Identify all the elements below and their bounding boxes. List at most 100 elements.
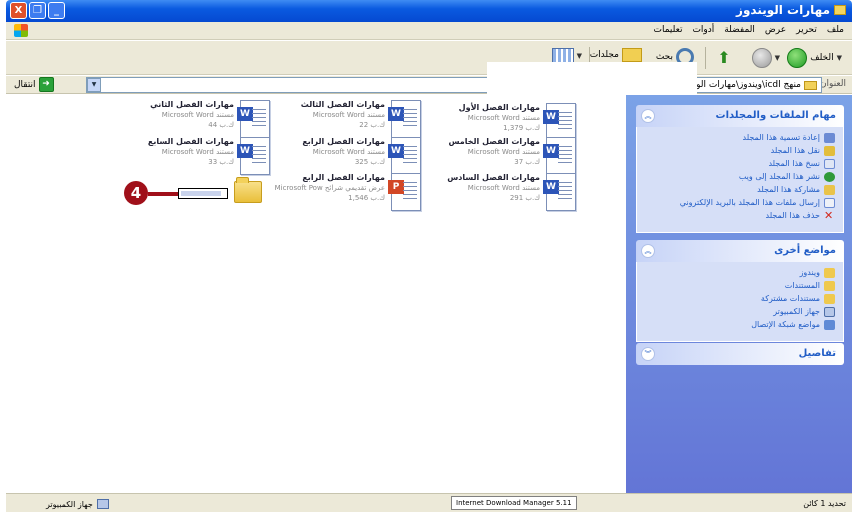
collapse-icon[interactable]: ︽ <box>641 109 655 123</box>
window-controls: X ❐ _ <box>10 2 65 19</box>
file-name: مهارات الفصل الرابع <box>302 173 385 182</box>
chevron-down-icon: ▼ <box>576 52 582 60</box>
rename-input[interactable] <box>178 188 228 199</box>
word-document-icon: W <box>237 137 270 175</box>
file-item[interactable]: W مهارات الفصل الأول Microsoft Word مستن… <box>459 103 576 141</box>
toolbar: الخلف ▼ ▼ ⬆ بحث مجلدات ▼ <box>6 41 852 75</box>
back-arrow-icon <box>787 48 808 68</box>
menu-favorites[interactable]: المفضلة <box>724 25 755 35</box>
task-label: مشاركة هذا المجلد <box>757 185 820 194</box>
place-shared-documents[interactable]: مستندات مشتركة <box>645 294 835 304</box>
file-type: Microsoft Word مستند <box>312 148 385 156</box>
folders-button[interactable]: مجلدات <box>590 48 642 62</box>
new-folder-item[interactable] <box>234 177 262 203</box>
place-label: مواضع شبكة الإتصال <box>751 320 820 329</box>
folder-icon <box>824 268 835 278</box>
file-type: Microsoft Word مستند <box>161 111 234 119</box>
status-bar: جهاز الكمبيوتر Internet Download Manager… <box>6 493 852 512</box>
file-type: Microsoft Pow عرض تقديمي شرائح <box>274 184 385 192</box>
address-input[interactable]: ▼ C:\ويندوز\مهارات الويندوز\icdl منهج <box>86 62 822 94</box>
address-dropdown-icon[interactable]: ▼ <box>87 78 101 92</box>
menu-view[interactable]: عرض <box>765 25 786 35</box>
file-name: مهارات الفصل الثالث <box>300 100 385 109</box>
toolbar-separator <box>705 47 706 69</box>
folder-icon <box>804 80 817 90</box>
task-pane: مهام الملفات والمجلدات ︽ إعادة تسمية هذا… <box>626 95 852 493</box>
file-item[interactable]: W مهارات الفصل الخامس Microsoft Word مست… <box>448 137 576 175</box>
minimize-button[interactable]: _ <box>48 2 65 19</box>
go-label: انتقال <box>14 79 36 90</box>
folder-icon <box>834 5 846 15</box>
file-type: Microsoft Word مستند <box>312 111 385 119</box>
word-document-icon: W <box>388 137 421 175</box>
file-size: 33 ك.ب <box>208 158 234 166</box>
file-item[interactable]: P مهارات الفصل الرابع Microsoft Pow عرض … <box>275 173 421 211</box>
blank-overlay <box>487 62 697 94</box>
word-document-icon: W <box>543 103 576 141</box>
go-button[interactable]: انتقال ➜ <box>14 77 54 92</box>
shared-folder-icon <box>824 294 835 304</box>
address-label: العنوان <box>819 79 846 89</box>
file-size: 44 ك.ب <box>208 121 234 129</box>
place-my-computer[interactable]: جهاز الكمبيوتر <box>645 307 835 317</box>
folders-icon <box>622 48 642 62</box>
status-location: جهاز الكمبيوتر <box>46 499 109 509</box>
file-name: مهارات الفصل الثاني <box>150 100 234 109</box>
menu-tools[interactable]: أدوات <box>692 25 714 35</box>
word-document-icon: W <box>543 137 576 175</box>
file-name: مهارات الفصل السادس <box>447 173 540 182</box>
place-label: مستندات مشتركة <box>760 294 820 303</box>
go-arrow-icon: ➜ <box>38 77 54 92</box>
file-name: مهارات الفصل الخامس <box>448 137 541 146</box>
task-publish-folder[interactable]: نشر هذا المجلد إلى ويب <box>645 172 835 182</box>
rename-icon <box>824 133 835 143</box>
window-title: مهارات الويندوز <box>736 3 846 17</box>
back-button[interactable]: الخلف ▼ <box>787 48 842 68</box>
forward-button[interactable]: ▼ <box>751 48 780 68</box>
expand-icon[interactable]: ︾ <box>641 347 655 361</box>
file-list: W مهارات الفصل الأول Microsoft Word مستن… <box>6 95 626 493</box>
task-label: إعادة تسمية هذا المجلد <box>742 133 820 142</box>
file-name: مهارات الفصل السابع <box>147 137 234 146</box>
menu-file[interactable]: ملف <box>827 25 844 35</box>
place-network[interactable]: مواضع شبكة الإتصال <box>645 320 835 330</box>
task-delete-folder[interactable]: ✕ حذف هذا المجلد <box>645 210 835 221</box>
file-name: مهارات الفصل الرابع <box>302 137 385 146</box>
menu-help[interactable]: تعليمات <box>653 25 682 35</box>
address-bar: العنوان ▼ C:\ويندوز\مهارات الويندوز\icdl… <box>6 62 852 94</box>
menu-bar: ملف تحرير عرض المفضلة أدوات تعليمات <box>6 22 852 40</box>
task-rename-folder[interactable]: إعادة تسمية هذا المجلد <box>645 133 835 143</box>
place-label: المستندات <box>784 281 820 290</box>
file-type: Microsoft Word مستند <box>161 148 234 156</box>
file-item[interactable]: W مهارات الفصل السابع Microsoft Word مست… <box>148 137 270 175</box>
word-document-icon: W <box>237 100 270 138</box>
place-windows[interactable]: ويندوز <box>645 268 835 278</box>
place-documents[interactable]: المستندات <box>645 281 835 291</box>
task-move-folder[interactable]: نقل هذا المجلد <box>645 146 835 156</box>
close-button[interactable]: X <box>10 2 27 19</box>
collapse-icon[interactable]: ︽ <box>641 244 655 258</box>
file-item[interactable]: W مهارات الفصل الرابع Microsoft Word مست… <box>302 137 421 175</box>
menu-edit[interactable]: تحرير <box>796 25 817 35</box>
maximize-button[interactable]: ❐ <box>29 2 46 19</box>
panel-header[interactable]: تفاصيل ︾ <box>636 343 844 365</box>
task-label: إرسال ملفات هذا المجلد بالبريد الإلكترون… <box>679 198 820 207</box>
task-email-folder[interactable]: إرسال ملفات هذا المجلد بالبريد الإلكترون… <box>645 198 835 208</box>
file-name: مهارات الفصل الأول <box>458 103 540 112</box>
file-item[interactable]: W مهارات الفصل السادس Microsoft Word مست… <box>447 173 576 211</box>
panel-title: مواضع أخرى <box>774 245 836 256</box>
task-label: نسخ هذا المجلد <box>768 159 820 168</box>
windows-logo-icon <box>14 24 28 37</box>
panel-header[interactable]: مهام الملفات والمجلدات ︽ <box>636 105 844 127</box>
folder-icon <box>234 177 262 203</box>
task-share-folder[interactable]: مشاركة هذا المجلد <box>645 185 835 195</box>
up-button[interactable]: ⬆ <box>714 48 734 68</box>
share-icon <box>824 185 835 195</box>
file-item[interactable]: W مهارات الفصل الثالث Microsoft Word مست… <box>301 100 421 138</box>
file-tasks-panel: مهام الملفات والمجلدات ︽ إعادة تسمية هذا… <box>636 105 844 233</box>
panel-header[interactable]: مواضع أخرى ︽ <box>636 240 844 262</box>
task-copy-folder[interactable]: نسخ هذا المجلد <box>645 159 835 169</box>
callout-pointer <box>148 192 178 196</box>
task-label: نقل هذا المجلد <box>770 146 820 155</box>
file-item[interactable]: W مهارات الفصل الثاني Microsoft Word مست… <box>150 100 270 138</box>
